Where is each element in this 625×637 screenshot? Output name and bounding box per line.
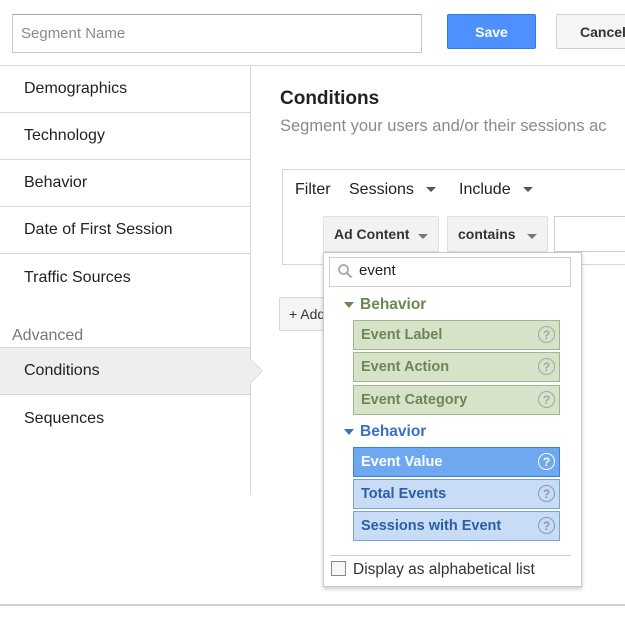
option-label: Event Action bbox=[361, 359, 450, 375]
search-icon bbox=[338, 264, 353, 279]
condition-value-input[interactable] bbox=[554, 216, 625, 252]
group-heading-behavior-1[interactable]: Behavior bbox=[344, 296, 426, 314]
sidebar-item-conditions[interactable]: Conditions bbox=[0, 347, 250, 395]
dropdown-search-value: event bbox=[359, 262, 396, 279]
segment-name-input[interactable] bbox=[12, 14, 422, 53]
operator-select-value: contains bbox=[458, 226, 516, 242]
option-label: Event Value bbox=[361, 454, 443, 470]
option-label: Event Category bbox=[361, 392, 468, 408]
sidebar-item-behavior[interactable]: Behavior bbox=[0, 160, 250, 207]
sidebar-heading-advanced: Advanced bbox=[12, 327, 84, 344]
alphabetical-list-label: Display as alphabetical list bbox=[353, 561, 535, 578]
help-icon[interactable]: ? bbox=[538, 517, 555, 534]
operator-select[interactable]: contains bbox=[447, 216, 548, 252]
filter-scope-value: Sessions bbox=[349, 181, 414, 198]
triangle-down-icon bbox=[344, 302, 354, 308]
group-heading-behavior-2[interactable]: Behavior bbox=[344, 423, 426, 441]
sidebar-item-traffic-sources[interactable]: Traffic Sources bbox=[0, 254, 250, 301]
dimension-select-value: Ad Content bbox=[334, 226, 410, 242]
option-event-value[interactable]: Event Value ? bbox=[353, 447, 560, 477]
page-subtitle: Segment your users and/or their sessions… bbox=[280, 117, 607, 135]
group-heading-label: Behavior bbox=[360, 423, 427, 440]
triangle-down-icon bbox=[344, 429, 354, 435]
chevron-down-icon bbox=[527, 234, 537, 239]
dropdown-divider bbox=[330, 555, 571, 556]
filter-label: Filter bbox=[295, 181, 331, 198]
sidebar-item-technology[interactable]: Technology bbox=[0, 113, 250, 160]
chevron-down-icon bbox=[418, 234, 428, 239]
active-indicator-arrow-fill bbox=[250, 359, 262, 383]
cancel-button[interactable]: Cancel bbox=[556, 14, 625, 49]
help-icon[interactable]: ? bbox=[538, 326, 555, 343]
chevron-down-icon bbox=[426, 187, 437, 193]
help-icon[interactable]: ? bbox=[538, 453, 555, 470]
sidebar-item-label: Conditions bbox=[24, 362, 100, 379]
option-event-label[interactable]: Event Label ? bbox=[353, 320, 560, 350]
option-sessions-with-event[interactable]: Sessions with Event ? bbox=[353, 511, 560, 541]
page-title: Conditions bbox=[280, 88, 380, 109]
sidebar-item-label: Behavior bbox=[24, 174, 88, 191]
chevron-down-icon bbox=[523, 187, 534, 193]
option-event-category[interactable]: Event Category ? bbox=[353, 385, 560, 415]
group-heading-label: Behavior bbox=[360, 296, 427, 313]
option-label: Event Label bbox=[361, 327, 443, 343]
option-total-events[interactable]: Total Events ? bbox=[353, 479, 560, 509]
option-label: Total Events bbox=[361, 486, 447, 502]
bottom-divider bbox=[0, 604, 625, 606]
save-button[interactable]: Save bbox=[447, 14, 536, 49]
option-label: Sessions with Event bbox=[361, 518, 502, 534]
help-icon[interactable]: ? bbox=[538, 358, 555, 375]
sidebar-item-demographics[interactable]: Demographics bbox=[0, 66, 250, 113]
dimension-select[interactable]: Ad Content bbox=[323, 216, 439, 252]
option-event-action[interactable]: Event Action ? bbox=[353, 352, 560, 382]
sidebar-item-label: Technology bbox=[24, 127, 105, 144]
sidebar-item-label: Demographics bbox=[24, 80, 128, 97]
sidebar-item-label: Sequences bbox=[24, 409, 105, 427]
sidebar-item-date-of-first-session[interactable]: Date of First Session bbox=[0, 207, 250, 254]
sidebar-item-label: Traffic Sources bbox=[24, 268, 131, 286]
filter-mode-value: Include bbox=[459, 181, 511, 198]
sidebar-item-label: Date of First Session bbox=[24, 221, 173, 238]
filter-mode-select[interactable]: Include bbox=[459, 181, 534, 199]
filter-scope-select[interactable]: Sessions bbox=[349, 181, 437, 199]
help-icon[interactable]: ? bbox=[538, 485, 555, 502]
sidebar-item-sequences[interactable]: Sequences bbox=[0, 395, 250, 442]
alphabetical-list-checkbox[interactable] bbox=[331, 561, 346, 576]
help-icon[interactable]: ? bbox=[538, 391, 555, 408]
